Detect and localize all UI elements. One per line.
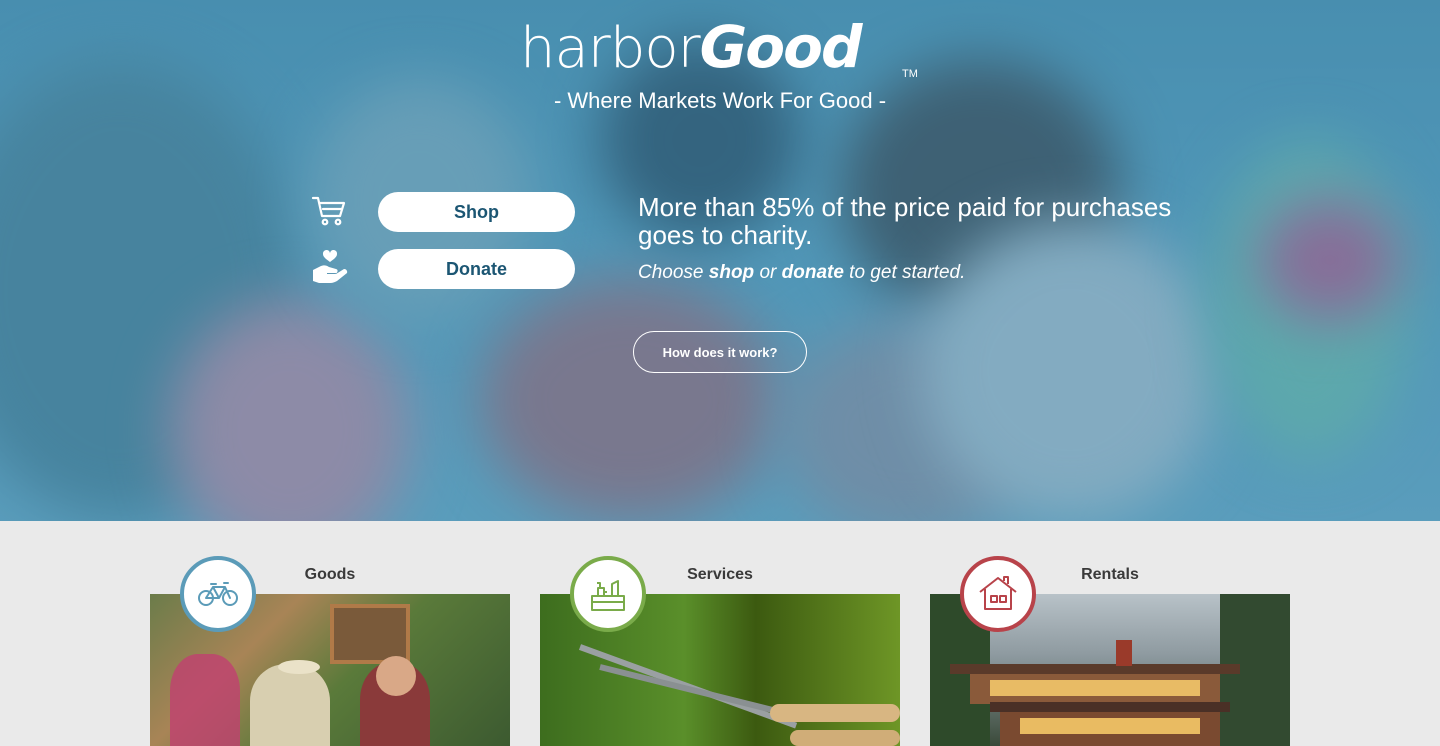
house-icon <box>979 576 1017 610</box>
tools-icon <box>591 580 625 611</box>
trademark-mark: TM <box>902 68 918 80</box>
brand-logo[interactable]: harborGood <box>520 13 920 81</box>
hero-section: harborGood TM - Where Markets Work For G… <box>0 0 1440 521</box>
hero-headline: More than 85% of the price paid for purc… <box>638 192 1172 250</box>
bicycle-icon <box>198 582 238 606</box>
shop-emphasis: shop <box>708 262 755 283</box>
goods-badge <box>180 556 256 632</box>
brand-tagline: - Where Markets Work For Good - <box>553 88 887 113</box>
logo-bold-text: Good <box>699 13 863 81</box>
shopping-cart-icon <box>311 196 347 231</box>
donate-button[interactable]: Donate <box>378 249 575 289</box>
category-card-services[interactable]: Services <box>540 556 900 746</box>
services-badge <box>570 556 646 632</box>
category-card-rentals[interactable]: Rentals <box>930 556 1290 746</box>
how-it-works-button[interactable]: How does it work? <box>633 331 807 373</box>
category-card-goods[interactable]: Goods <box>150 556 510 746</box>
rentals-badge <box>960 556 1036 632</box>
donate-hand-heart-icon <box>311 248 349 289</box>
shop-button[interactable]: Shop <box>378 192 575 232</box>
logo-light-text: harbor <box>520 16 701 81</box>
donate-emphasis: donate <box>781 262 844 283</box>
hero-subtext: Choose shop or donate to get started. <box>638 262 966 283</box>
